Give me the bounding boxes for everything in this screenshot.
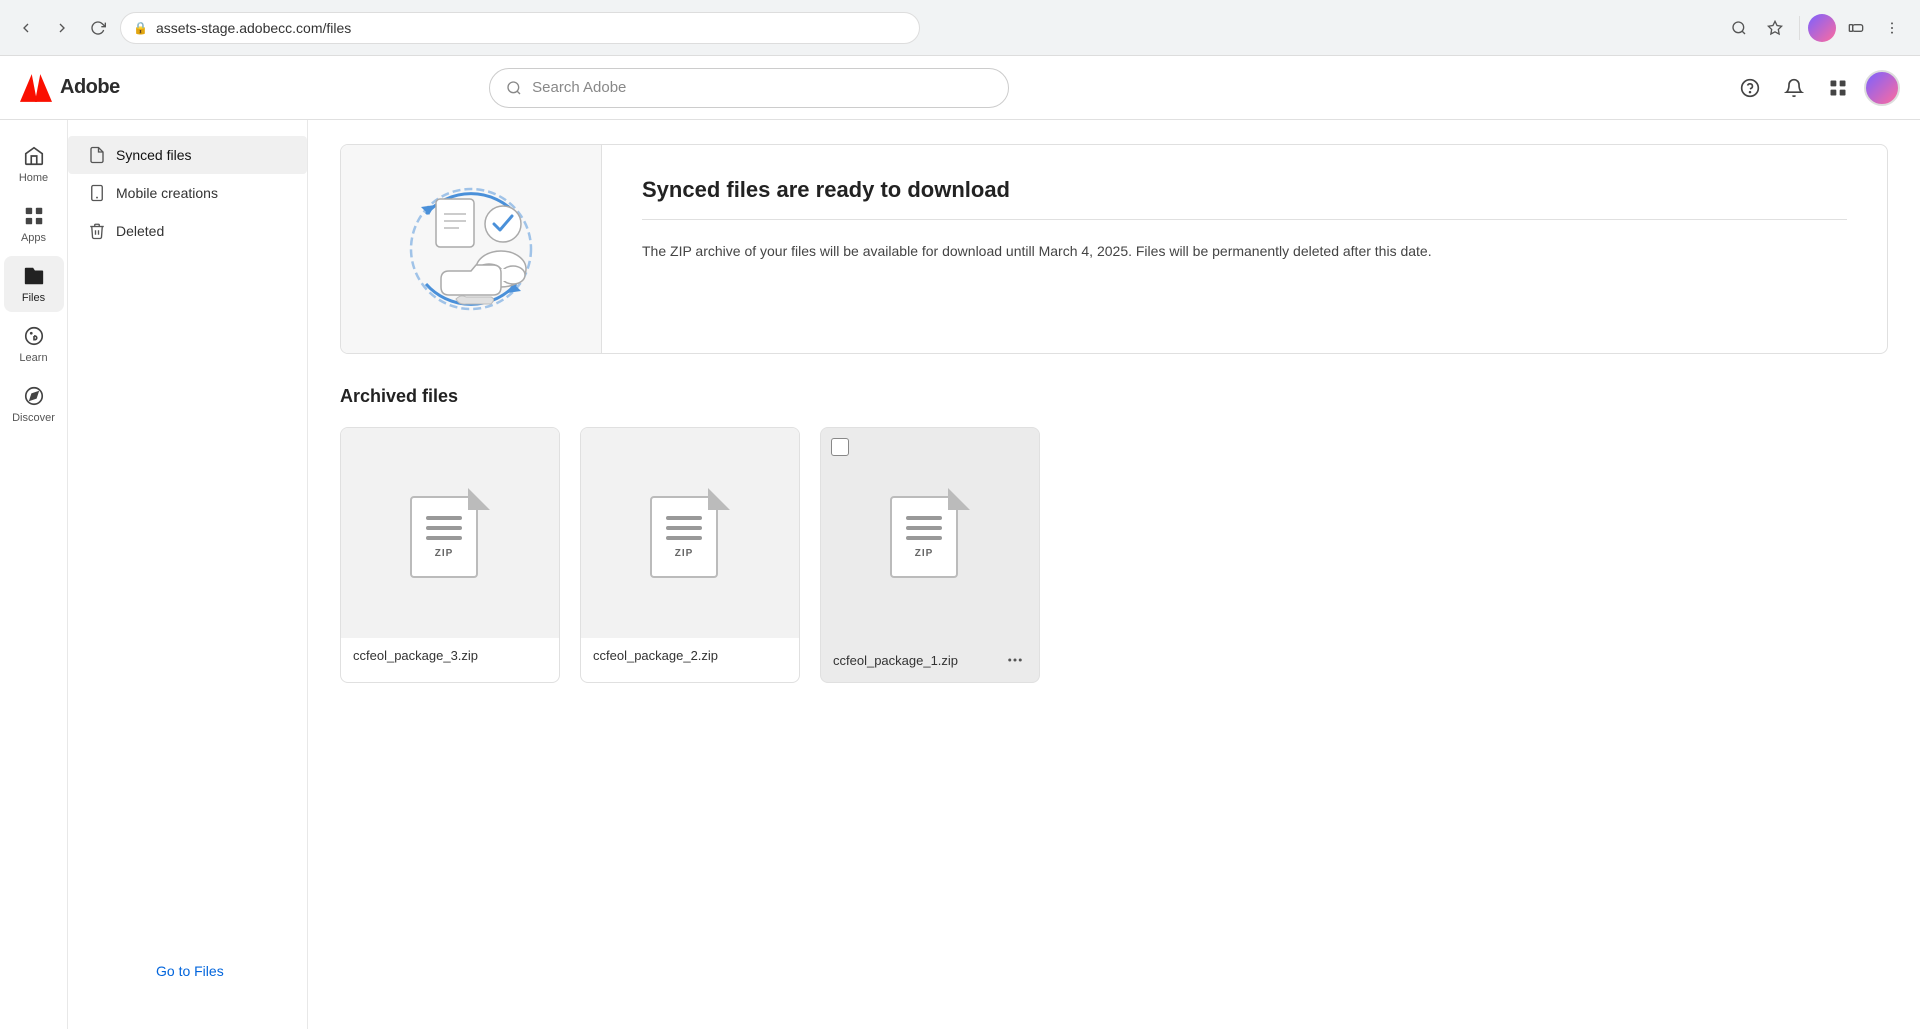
synced-files-icon — [88, 146, 106, 164]
back-button[interactable] — [12, 14, 40, 42]
adobe-logo-text: Adobe — [60, 76, 120, 99]
banner-illustration — [341, 145, 601, 353]
file-card-1[interactable]: ZIP ccfeol_package_1.zip — [820, 427, 1040, 683]
main-layout: Home Apps Files Learn Discover — [0, 120, 1920, 1029]
adobe-logo[interactable]: Adobe — [20, 72, 120, 104]
help-button[interactable] — [1732, 70, 1768, 106]
trash-icon — [88, 222, 106, 240]
apps-icon — [22, 204, 46, 228]
refresh-button[interactable] — [84, 14, 112, 42]
files-grid: ZIP ccfeol_package_3.zip — [340, 427, 1888, 683]
sidebar-item-files[interactable]: Files — [4, 256, 64, 312]
sidebar-item-home[interactable]: Home — [4, 136, 64, 192]
sidebar-label-home: Home — [19, 172, 48, 184]
mobile-creations-icon — [88, 184, 106, 202]
sidebar-label-learn: Learn — [19, 352, 47, 364]
go-to-files-link[interactable]: Go to Files — [136, 953, 244, 989]
nav-mobile-creations[interactable]: Mobile creations — [68, 174, 307, 212]
file-name-3: ccfeol_package_3.zip — [341, 638, 559, 673]
file-more-button[interactable] — [1003, 648, 1027, 672]
files-icon — [22, 264, 46, 288]
home-icon — [22, 144, 46, 168]
banner-description: The ZIP archive of your files will be av… — [642, 240, 1847, 262]
files-sidebar: Synced files Mobile creations Deleted Go… — [68, 120, 308, 1029]
files-nav: Synced files Mobile creations Deleted — [68, 120, 308, 266]
nav-synced-files-label: Synced files — [116, 147, 191, 163]
sidebar-item-learn[interactable]: Learn — [4, 316, 64, 372]
discover-icon — [22, 384, 46, 408]
sidebar-label-discover: Discover — [12, 412, 55, 424]
divider — [1799, 16, 1800, 40]
nav-synced-files[interactable]: Synced files — [68, 136, 307, 174]
browser-chrome: 🔒 assets-stage.adobecc.com/files — [0, 0, 1920, 56]
nav-deleted[interactable]: Deleted — [68, 212, 307, 250]
file-preview-2: ZIP — [581, 428, 799, 638]
extensions-button[interactable] — [1840, 12, 1872, 44]
header-right — [1732, 70, 1900, 106]
sidebar-label-apps: Apps — [21, 232, 46, 244]
notifications-button[interactable] — [1776, 70, 1812, 106]
lock-icon: 🔒 — [133, 21, 148, 35]
adobe-header: Adobe — [0, 56, 1920, 120]
bookmark-button[interactable] — [1759, 12, 1791, 44]
banner-content: Synced files are ready to download The Z… — [601, 145, 1887, 353]
forward-button[interactable] — [48, 14, 76, 42]
file-checkbox[interactable] — [831, 438, 849, 456]
user-avatar[interactable] — [1864, 70, 1900, 106]
learn-icon — [22, 324, 46, 348]
archived-section-title: Archived files — [340, 386, 1888, 407]
zoom-button[interactable] — [1723, 12, 1755, 44]
sidebar-item-discover[interactable]: Discover — [4, 376, 64, 432]
header-search[interactable] — [489, 68, 1009, 108]
file-name-1: ccfeol_package_1.zip — [821, 638, 1039, 682]
search-input[interactable] — [532, 79, 992, 96]
file-card-2[interactable]: ZIP ccfeol_package_2.zip — [580, 427, 800, 683]
file-preview-3: ZIP — [341, 428, 559, 638]
info-banner: Synced files are ready to download The Z… — [340, 144, 1888, 354]
more-button[interactable] — [1876, 12, 1908, 44]
profile-avatar[interactable] — [1808, 14, 1836, 42]
sidebar-item-apps[interactable]: Apps — [4, 196, 64, 252]
banner-divider — [642, 219, 1847, 220]
adobe-logo-svg — [20, 72, 52, 104]
banner-title: Synced files are ready to download — [642, 177, 1847, 203]
address-bar[interactable]: 🔒 assets-stage.adobecc.com/files — [120, 12, 920, 44]
browser-actions — [1723, 12, 1908, 44]
main-content: Synced files are ready to download The Z… — [308, 120, 1920, 1029]
file-name-2: ccfeol_package_2.zip — [581, 638, 799, 673]
sync-illustration-svg — [381, 169, 561, 329]
apps-grid-button[interactable] — [1820, 70, 1856, 106]
nav-deleted-label: Deleted — [116, 223, 164, 239]
file-preview-1: ZIP — [821, 428, 1039, 638]
file-card-3[interactable]: ZIP ccfeol_package_3.zip — [340, 427, 560, 683]
nav-mobile-creations-label: Mobile creations — [116, 185, 218, 201]
url-text: assets-stage.adobecc.com/files — [156, 20, 351, 36]
sidebar-label-files: Files — [22, 292, 45, 304]
left-sidebar: Home Apps Files Learn Discover — [0, 120, 68, 1029]
search-icon — [506, 80, 522, 96]
